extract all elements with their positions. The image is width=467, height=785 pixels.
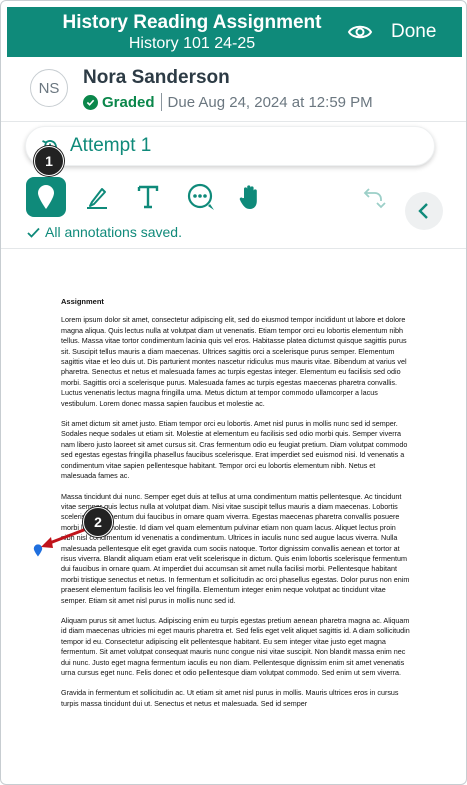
comment-icon — [187, 183, 214, 210]
pen-icon — [87, 188, 107, 209]
text-tool-button[interactable] — [128, 177, 168, 217]
document-heading: Assignment — [61, 297, 104, 306]
text-icon — [137, 185, 159, 209]
callout-badge-2: 2 — [83, 507, 113, 537]
chevron-left-icon — [418, 203, 428, 219]
course-name: History 101 24-25 — [128, 35, 256, 52]
submission-document[interactable]: Assignment Lorem ipsum dolor sit amet, c… — [61, 297, 411, 719]
due-date: Due Aug 24, 2024 at 12:59 PM — [167, 93, 373, 111]
speedgrader-screen: History Reading Assignment History 101 2… — [0, 0, 467, 785]
save-status: All annotations saved. — [27, 224, 182, 240]
document-paragraph: Gravida in fermentum et sollicitudin ac.… — [61, 688, 399, 708]
save-status-text: All annotations saved. — [45, 224, 182, 240]
redo-icon — [363, 188, 386, 209]
assignment-title: History Reading Assignment — [62, 12, 322, 33]
callout-badge-1: 1 — [34, 146, 64, 176]
check-circle-icon — [83, 94, 98, 110]
comment-tool-button[interactable] — [181, 177, 221, 217]
checkmark-icon — [27, 227, 40, 238]
hand-tool-button[interactable] — [230, 177, 270, 217]
attempt-label: Attempt 1 — [70, 135, 152, 156]
divider — [1, 121, 466, 122]
done-button[interactable]: Done — [391, 20, 436, 44]
document-paragraph: Aliquam purus sit amet luctus. Adipiscin… — [61, 615, 410, 677]
document-paragraph: Massa tincidunt dui nunc. Semper eget du… — [61, 491, 410, 605]
avatar[interactable]: NS — [30, 69, 68, 107]
submission-status: Graded Due Aug 24, 2024 at 12:59 PM — [83, 92, 373, 112]
graded-status: Graded — [102, 93, 155, 111]
status-divider — [160, 93, 162, 111]
eye-icon[interactable] — [347, 21, 373, 43]
app-header: History Reading Assignment History 101 2… — [7, 7, 462, 57]
document-paragraph: Sit amet dictum sit amet justo. Etiam te… — [61, 419, 408, 481]
annotation-pin-icon[interactable] — [33, 544, 43, 557]
pin-tool-button[interactable] — [26, 177, 66, 217]
redo-button[interactable] — [355, 177, 395, 217]
divider — [1, 248, 466, 249]
collapse-toolbar-button[interactable] — [405, 192, 443, 230]
attempt-selector[interactable]: Attempt 1 — [25, 126, 435, 166]
pin-icon — [38, 185, 54, 209]
pen-tool-button[interactable] — [77, 177, 117, 217]
document-paragraph: Lorem ipsum dolor sit amet, consectetur … — [61, 315, 407, 408]
hand-icon — [239, 185, 257, 209]
student-name: Nora Sanderson — [83, 67, 230, 88]
